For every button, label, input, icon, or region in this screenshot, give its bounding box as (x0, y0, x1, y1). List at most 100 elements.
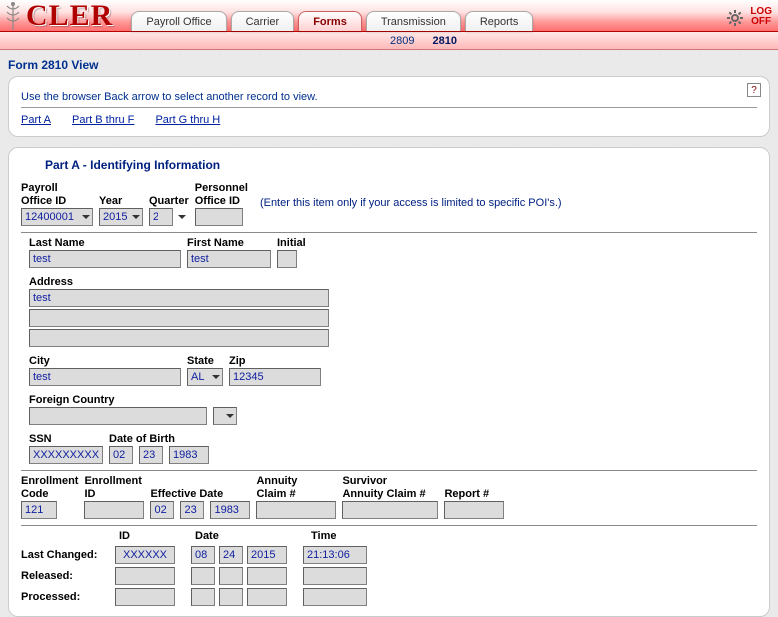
lbl-address: Address (29, 276, 757, 289)
proc-time-input[interactable] (303, 588, 367, 606)
state-select[interactable] (187, 368, 223, 386)
lbl-annuity-2: Claim # (256, 488, 336, 501)
lbl-state: State (187, 355, 223, 368)
eff-dd-input[interactable] (180, 501, 204, 519)
annuity-claim-input[interactable] (256, 501, 336, 519)
address3-input[interactable] (29, 329, 329, 347)
lbl-report: Report # (444, 488, 504, 501)
tab-reports[interactable]: Reports (465, 11, 534, 31)
lbl-first-name: First Name (187, 237, 271, 250)
logoff-line2: OFF (750, 17, 772, 27)
sub-tabs: 2809 2810 (0, 32, 778, 50)
app-header: CLER Payroll Office Carrier Forms Transm… (0, 0, 778, 32)
dob-yyyy-input[interactable] (169, 446, 209, 464)
lbl-annuity-1: Annuity (256, 475, 336, 488)
row-enrollment: Enrollment Code Enrollment ID Effective … (21, 475, 757, 519)
lbl-survivor-2: Annuity Claim # (342, 488, 438, 501)
lbl-audit-date: Date (195, 530, 305, 543)
row-ids: Payroll Office ID Year Quarter Personnel… (21, 182, 757, 226)
lbl-audit-id: ID (119, 530, 189, 543)
link-part-a[interactable]: Part A (21, 114, 51, 126)
tab-transmission[interactable]: Transmission (366, 11, 461, 31)
tab-carrier[interactable]: Carrier (231, 11, 295, 31)
rel-dd-input[interactable] (219, 567, 243, 585)
lbl-payroll-office-id-1: Payroll (21, 182, 93, 195)
lbl-audit-time: Time (311, 530, 336, 543)
proc-yyyy-input[interactable] (247, 588, 287, 606)
payroll-office-id-select[interactable] (21, 208, 93, 226)
initial-input[interactable] (277, 250, 297, 268)
eff-mm-input[interactable] (150, 501, 174, 519)
address1-input[interactable] (29, 289, 329, 307)
lbl-last-changed: Last Changed: (21, 549, 111, 561)
help-icon[interactable]: ? (747, 83, 761, 97)
lbl-enroll-id-2: ID (84, 488, 144, 501)
lbl-enroll-code-1: Enrollment (21, 475, 78, 488)
lc-time-input[interactable] (303, 546, 367, 564)
lbl-zip: Zip (229, 355, 321, 368)
lc-mm-input[interactable] (191, 546, 215, 564)
tab-forms[interactable]: Forms (298, 11, 362, 31)
rel-time-input[interactable] (303, 567, 367, 585)
logoff-button[interactable]: LOG OFF (750, 7, 772, 27)
page-title: Form 2810 View (0, 50, 778, 76)
lc-yyyy-input[interactable] (247, 546, 287, 564)
survivor-claim-input[interactable] (342, 501, 438, 519)
lc-dd-input[interactable] (219, 546, 243, 564)
ssn-input[interactable] (29, 446, 103, 464)
address2-input[interactable] (29, 309, 329, 327)
personnel-office-id-input[interactable] (195, 208, 243, 226)
lbl-initial: Initial (277, 237, 306, 250)
dob-dd-input[interactable] (139, 446, 163, 464)
enroll-code-input[interactable] (21, 501, 57, 519)
first-name-input[interactable] (187, 250, 271, 268)
report-num-input[interactable] (444, 501, 504, 519)
lbl-survivor-1: Survivor (342, 475, 438, 488)
foreign-country-select[interactable] (213, 407, 237, 425)
link-part-g-h[interactable]: Part G thru H (155, 114, 220, 126)
quarter-select[interactable] (149, 208, 173, 226)
lbl-city: City (29, 355, 181, 368)
instruction-card: ? Use the browser Back arrow to select a… (8, 76, 770, 137)
rel-yyyy-input[interactable] (247, 567, 287, 585)
subtab-2810[interactable]: 2810 (432, 35, 456, 47)
foreign-country-input[interactable] (29, 407, 207, 425)
main-tabs: Payroll Office Carrier Forms Transmissio… (131, 11, 718, 31)
link-part-b-f[interactable]: Part B thru F (72, 114, 134, 126)
poi-hint: (Enter this item only if your access is … (260, 197, 562, 211)
rel-id-input[interactable] (115, 567, 175, 585)
zip-input[interactable] (229, 368, 321, 386)
lbl-ssn: SSN (29, 433, 103, 446)
row-ssn-dob: SSN Date of Birth (29, 433, 757, 464)
gear-icon[interactable] (726, 9, 744, 27)
lbl-enroll-code-2: Code (21, 488, 78, 501)
proc-dd-input[interactable] (219, 588, 243, 606)
lbl-foreign: Foreign Country (29, 394, 757, 407)
lbl-year: Year (99, 195, 143, 208)
lbl-enroll-id-1: Enrollment (84, 475, 144, 488)
enroll-id-input[interactable] (84, 501, 144, 519)
year-select[interactable] (99, 208, 143, 226)
lbl-personnel-2: Office ID (195, 195, 248, 208)
eff-yyyy-input[interactable] (210, 501, 250, 519)
lc-id-input[interactable] (115, 546, 175, 564)
tab-payroll-office[interactable]: Payroll Office (131, 11, 226, 31)
city-input[interactable] (29, 368, 181, 386)
lbl-processed: Processed: (21, 591, 111, 603)
rel-mm-input[interactable] (191, 567, 215, 585)
audit-last-changed: Last Changed: (21, 546, 757, 564)
last-name-input[interactable] (29, 250, 181, 268)
audit-header: ID Date Time (119, 530, 757, 543)
subtab-2809[interactable]: 2809 (390, 35, 414, 47)
section-title: Part A - Identifying Information (21, 156, 757, 182)
lbl-payroll-office-id-2: Office ID (21, 195, 93, 208)
proc-mm-input[interactable] (191, 588, 215, 606)
lbl-last-name: Last Name (29, 237, 181, 250)
lbl-dob: Date of Birth (109, 433, 209, 446)
lbl-personnel-1: Personnel (195, 182, 248, 195)
proc-id-input[interactable] (115, 588, 175, 606)
dob-mm-input[interactable] (109, 446, 133, 464)
lbl-eff-date: Effective Date (150, 488, 250, 501)
lbl-released: Released: (21, 570, 111, 582)
lbl-quarter: Quarter (149, 195, 189, 208)
